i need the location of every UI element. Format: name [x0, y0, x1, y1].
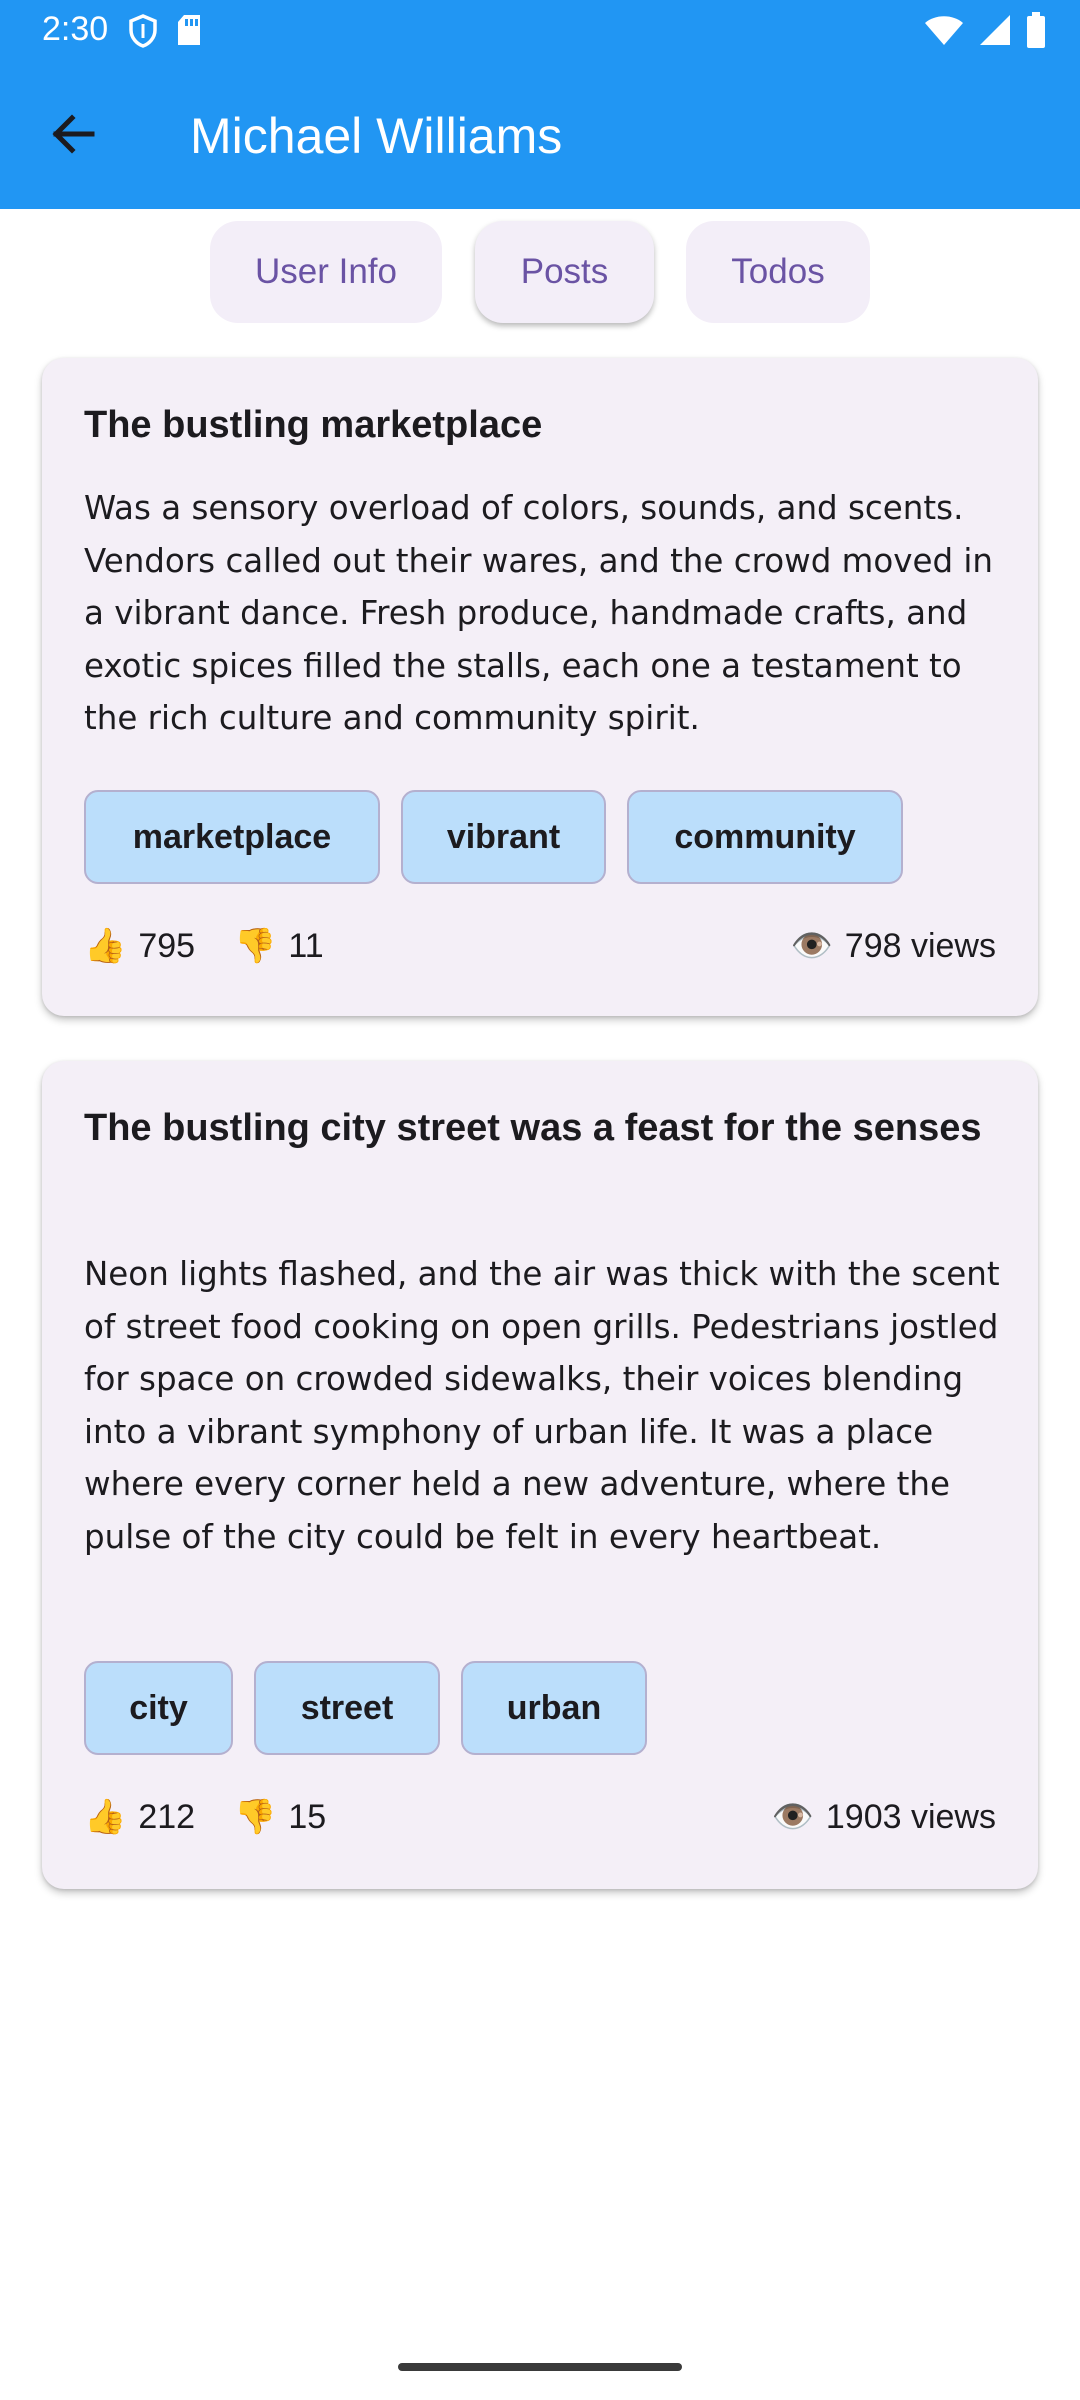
home-indicator[interactable] — [398, 2363, 682, 2371]
post-card[interactable]: The bustling city street was a feast for… — [42, 1061, 1038, 1889]
tag-chip[interactable]: city — [84, 1661, 233, 1755]
tag-chip[interactable]: vibrant — [401, 790, 606, 884]
thumbs-down-icon: 👎 — [234, 1798, 277, 1836]
post-title: The bustling marketplace — [84, 404, 543, 446]
app-bar: 2:30 Michael Williams — [0, 0, 1080, 209]
tab-user-info[interactable]: User Info — [210, 221, 442, 323]
dislikes-count: 👎 11 — [234, 926, 324, 966]
views-value: 798 views — [844, 926, 996, 965]
tab-todos[interactable]: Todos — [686, 221, 870, 323]
sd-card-icon — [176, 14, 202, 53]
battery-icon — [1026, 12, 1046, 53]
post-body: Neon lights flashed, and the air was thi… — [84, 1255, 1000, 1556]
dislikes-value: 15 — [288, 1797, 327, 1836]
signal-icon — [978, 13, 1012, 52]
status-bar: 2:30 — [0, 0, 1080, 63]
thumbs-up-icon: 👍 — [84, 927, 127, 965]
tag-chip[interactable]: urban — [461, 1661, 647, 1755]
views-count: 👁️ 1903 views — [772, 1797, 996, 1837]
tag-chip[interactable]: community — [627, 790, 903, 884]
toolbar: Michael Williams — [0, 63, 1080, 209]
post-body: Was a sensory overload of colors, sounds… — [84, 489, 994, 737]
dislikes-value: 11 — [288, 926, 324, 965]
page-title: Michael Williams — [190, 108, 563, 164]
back-button[interactable] — [30, 103, 116, 169]
tab-bar: User Info Posts Todos — [0, 221, 1080, 325]
tag-chip[interactable]: marketplace — [84, 790, 380, 884]
likes-value: 212 — [138, 1797, 196, 1836]
tab-posts[interactable]: Posts — [475, 221, 654, 323]
eye-icon: 👁️ — [790, 927, 833, 965]
likes-value: 795 — [138, 926, 196, 965]
status-time: 2:30 — [42, 10, 109, 48]
thumbs-down-icon: 👎 — [234, 927, 277, 965]
shield-icon — [128, 14, 158, 53]
eye-icon: 👁️ — [771, 1798, 814, 1836]
post-title: The bustling city street was a feast for… — [84, 1107, 982, 1149]
post-card[interactable]: The bustling marketplace Was a sensory o… — [42, 358, 1038, 1016]
wifi-icon — [924, 13, 964, 52]
arrow-back-icon — [50, 113, 96, 159]
likes-count: 👍 212 — [84, 1797, 195, 1837]
dislikes-count: 👎 15 — [234, 1797, 326, 1837]
tag-chip[interactable]: street — [254, 1661, 440, 1755]
views-value: 1903 views — [825, 1797, 996, 1836]
thumbs-up-icon: 👍 — [84, 1798, 127, 1836]
likes-count: 👍 795 — [84, 926, 195, 966]
views-count: 👁️ 798 views — [790, 926, 996, 966]
